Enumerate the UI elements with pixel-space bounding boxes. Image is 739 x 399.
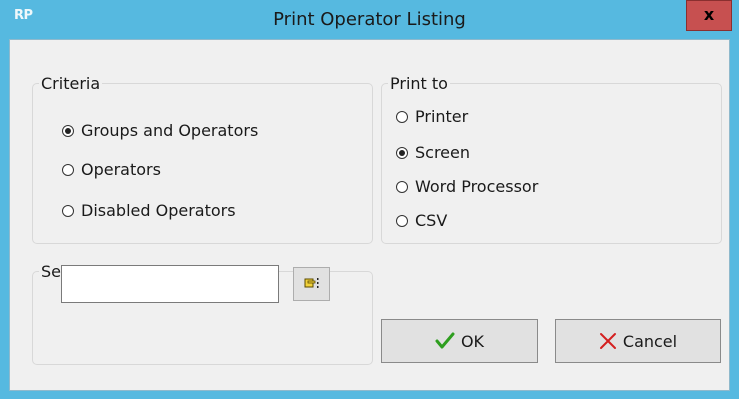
radio-disabled-operators[interactable]: Disabled Operators — [62, 201, 236, 220]
radio-label: CSV — [415, 211, 448, 230]
radio-operators[interactable]: Operators — [62, 160, 161, 179]
close-button[interactable]: x — [686, 0, 732, 31]
radio-unselected-icon — [62, 204, 74, 217]
radio-unselected-icon — [396, 214, 408, 227]
window-title: Print Operator Listing — [273, 9, 466, 30]
radio-unselected-icon — [396, 180, 408, 193]
radio-label: Printer — [415, 107, 469, 126]
radio-csv[interactable]: CSV — [396, 211, 447, 230]
radio-word-processor[interactable]: Word Processor — [396, 177, 538, 196]
close-icon: x — [703, 5, 715, 24]
group-lookup-button[interactable] — [293, 267, 330, 301]
title-bar[interactable]: RP Print Operator Listing x — [0, 0, 739, 39]
radio-unselected-icon — [396, 110, 408, 123]
radio-printer[interactable]: Printer — [396, 107, 468, 126]
radio-label: Operators — [81, 160, 161, 179]
dialog-window: RP Print Operator Listing x Criteria Gro… — [0, 0, 739, 399]
group-input[interactable] — [61, 265, 279, 303]
radio-label: Screen — [415, 143, 471, 162]
cancel-button[interactable]: Cancel — [555, 319, 721, 363]
radio-screen[interactable]: Screen — [396, 143, 470, 162]
criteria-legend: Criteria — [41, 74, 101, 93]
radio-label: Groups and Operators — [81, 121, 259, 140]
radio-label: Word Processor — [415, 177, 539, 196]
checkmark-icon — [435, 332, 455, 349]
radio-selected-icon — [396, 146, 408, 159]
cancel-label: Cancel — [622, 331, 678, 351]
print-to-legend: Print to — [390, 74, 448, 93]
cancel-x-icon — [599, 333, 616, 349]
pointing-hand-icon — [304, 278, 319, 288]
ok-label: OK — [460, 331, 485, 351]
ok-button[interactable]: OK — [381, 319, 538, 363]
radio-unselected-icon — [62, 163, 74, 176]
radio-selected-icon — [62, 124, 74, 137]
radio-label: Disabled Operators — [81, 201, 236, 220]
radio-groups-and-operators[interactable]: Groups and Operators — [62, 121, 258, 140]
dialog-body: Criteria Groups and Operators Operators … — [9, 39, 730, 391]
